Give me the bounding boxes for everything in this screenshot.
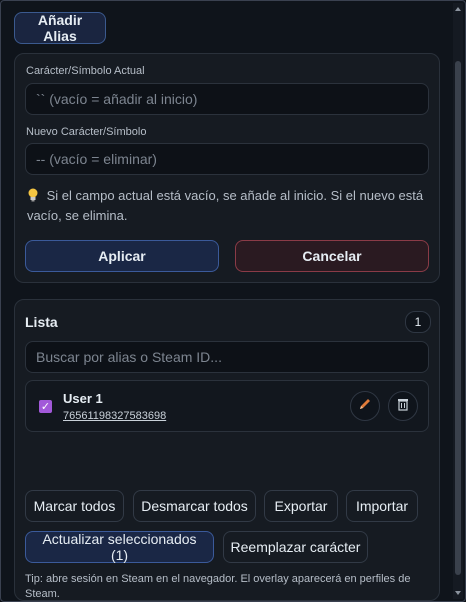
trash-icon [396, 397, 410, 416]
new-char-input[interactable] [25, 143, 429, 175]
unmark-all-button[interactable]: Desmarcar todos [133, 490, 256, 522]
edit-button[interactable] [350, 391, 380, 421]
hint-text: Si el campo actual está vacío, se añade … [27, 188, 424, 223]
pencil-icon [358, 397, 372, 416]
mark-all-button[interactable]: Marcar todos [25, 490, 124, 522]
replace-char-button[interactable]: Reemplazar carácter [223, 531, 368, 563]
export-button[interactable]: Exportar [264, 490, 338, 522]
current-char-input[interactable] [25, 83, 429, 115]
scroll-down-icon[interactable] [455, 591, 461, 595]
lightbulb-icon [27, 188, 43, 203]
scroll-up-icon[interactable] [455, 7, 461, 11]
search-input[interactable] [25, 341, 429, 373]
scrollbar[interactable] [453, 3, 463, 599]
hint-text-block: Si el campo actual está vacío, se añade … [27, 186, 431, 226]
scrollbar-thumb[interactable] [455, 61, 461, 575]
app-window: Añadir Alias Carácter/Símbolo Actual Nue… [0, 0, 466, 602]
delete-button[interactable] [388, 391, 418, 421]
alias-list-card: Lista 1 ✓ User 1 76561198327583698 [14, 299, 440, 601]
current-char-label: Carácter/Símbolo Actual [26, 65, 145, 77]
add-alias-button[interactable]: Añadir Alias [14, 12, 106, 44]
tip-text: Tip: abre sesión en Steam en el navegado… [25, 573, 411, 600]
list-title: Lista [25, 314, 58, 330]
steam-id-link[interactable]: 76561198327583698 [63, 410, 166, 422]
new-char-label: Nuevo Carácter/Símbolo [26, 126, 147, 138]
list-item[interactable]: ✓ User 1 76561198327583698 [25, 380, 429, 432]
select-checkbox[interactable]: ✓ [39, 400, 52, 413]
count-badge: 1 [405, 311, 431, 333]
user-name: User 1 [63, 391, 103, 406]
import-button[interactable]: Importar [346, 490, 418, 522]
update-selected-button[interactable]: Actualizar seleccionados (1) [25, 531, 214, 563]
cancel-button[interactable]: Cancelar [235, 240, 429, 272]
alias-form-card: Carácter/Símbolo Actual Nuevo Carácter/S… [14, 53, 440, 283]
apply-button[interactable]: Aplicar [25, 240, 219, 272]
